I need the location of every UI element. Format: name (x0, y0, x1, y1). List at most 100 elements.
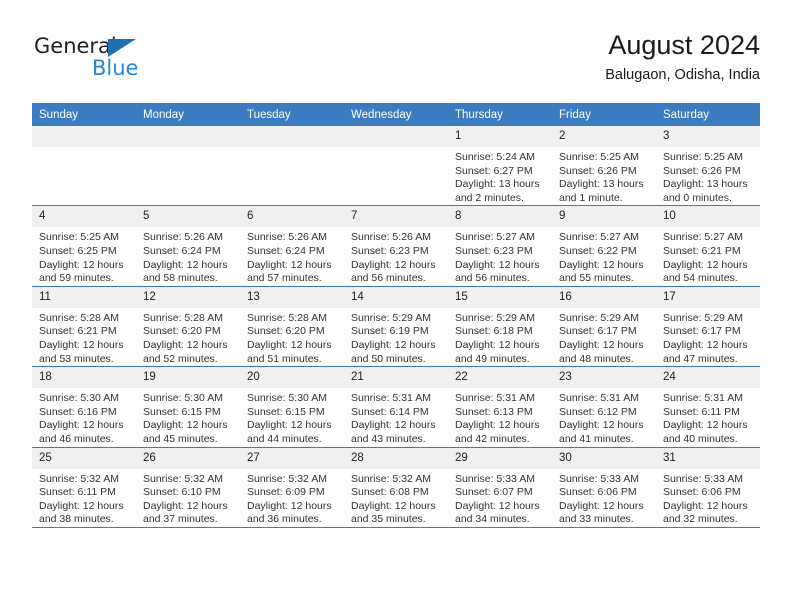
calendar-page: General Blue August 2024 Balugaon, Odish… (0, 0, 792, 612)
general-blue-logo[interactable]: General Blue (32, 34, 212, 84)
daylight-text: Daylight: 13 hours and 0 minutes. (663, 178, 748, 204)
sunrise-text: Sunrise: 5:29 AM (663, 311, 743, 324)
day-details: Sunrise: 5:25 AM Sunset: 6:26 PM Daylight:… (552, 147, 656, 205)
sunrise-text: Sunrise: 5:32 AM (247, 472, 327, 485)
calendar-cell-day[interactable]: 11 Sunrise: 5:28 AM Sunset: 6:21 PM Dayligh… (32, 286, 136, 368)
calendar-week-row: 18 Sunrise: 5:30 AM Sunset: 6:16 PM Dayligh… (32, 366, 760, 448)
page-title: August 2024 (608, 30, 760, 60)
day-number: 20 (240, 367, 344, 389)
calendar-cell-day[interactable]: 4 Sunrise: 5:25 AM Sunset: 6:25 PM Daylight… (32, 205, 136, 287)
day-number: 15 (448, 286, 552, 308)
sunrise-text: Sunrise: 5:32 AM (351, 472, 431, 485)
day-details: Sunrise: 5:31 AM Sunset: 6:12 PM Daylight:… (552, 388, 656, 446)
calendar-cell-day[interactable]: 12 Sunrise: 5:28 AM Sunset: 6:20 PM Dayligh… (136, 286, 240, 368)
sunset-text: Sunset: 6:22 PM (559, 244, 637, 257)
calendar-cell-day[interactable]: 22 Sunrise: 5:31 AM Sunset: 6:13 PM Dayligh… (448, 366, 552, 448)
calendar-cell-day[interactable]: 29 Sunrise: 5:33 AM Sunset: 6:07 PM Dayligh… (448, 447, 552, 528)
sunrise-text: Sunrise: 5:28 AM (39, 311, 119, 324)
sunrise-text: Sunrise: 5:29 AM (559, 311, 639, 324)
day-details: Sunrise: 5:25 AM Sunset: 6:25 PM Daylight:… (32, 227, 136, 285)
calendar-cell-day[interactable]: 2 Sunrise: 5:25 AM Sunset: 6:26 PM Daylight… (552, 126, 656, 207)
day-details: Sunrise: 5:24 AM Sunset: 6:27 PM Daylight:… (448, 147, 552, 205)
day-details: Sunrise: 5:26 AM Sunset: 6:23 PM Daylight:… (344, 227, 448, 285)
day-details: Sunrise: 5:27 AM Sunset: 6:23 PM Daylight:… (448, 227, 552, 285)
sunrise-text: Sunrise: 5:33 AM (455, 472, 535, 485)
calendar-cell-day[interactable]: 15 Sunrise: 5:29 AM Sunset: 6:18 PM Dayligh… (448, 286, 552, 368)
day-number: 7 (344, 206, 448, 228)
sunrise-text: Sunrise: 5:26 AM (143, 231, 223, 244)
column-header-thursday: Thursday (448, 103, 552, 126)
sunset-text: Sunset: 6:27 PM (455, 164, 533, 177)
calendar-cell-day[interactable]: 17 Sunrise: 5:29 AM Sunset: 6:17 PM Dayligh… (656, 286, 760, 368)
calendar-cell-day[interactable]: 25 Sunrise: 5:32 AM Sunset: 6:11 PM Dayligh… (32, 447, 136, 528)
daylight-text: Daylight: 12 hours and 51 minutes. (247, 338, 332, 365)
calendar-cell-day[interactable]: 28 Sunrise: 5:32 AM Sunset: 6:08 PM Dayligh… (344, 447, 448, 528)
calendar-cell-day[interactable]: 26 Sunrise: 5:32 AM Sunset: 6:10 PM Dayligh… (136, 447, 240, 528)
daylight-text: Daylight: 12 hours and 57 minutes. (247, 258, 332, 285)
calendar-cell-day[interactable]: 31 Sunrise: 5:33 AM Sunset: 6:06 PM Dayligh… (656, 447, 760, 528)
daylight-text: Daylight: 12 hours and 49 minutes. (455, 338, 540, 365)
calendar-cell-day[interactable]: 1 Sunrise: 5:24 AM Sunset: 6:27 PM Daylight… (448, 126, 552, 207)
day-number: 19 (136, 367, 240, 389)
calendar-cell-day[interactable]: 7 Sunrise: 5:26 AM Sunset: 6:23 PM Daylight… (344, 205, 448, 287)
daylight-text: Daylight: 12 hours and 56 minutes. (351, 258, 436, 285)
day-details: Sunrise: 5:33 AM Sunset: 6:06 PM Daylight:… (552, 469, 656, 527)
calendar-cell-day[interactable]: 21 Sunrise: 5:31 AM Sunset: 6:14 PM Dayligh… (344, 366, 448, 448)
day-details: Sunrise: 5:29 AM Sunset: 6:17 PM Daylight:… (552, 308, 656, 366)
daylight-text: Daylight: 12 hours and 54 minutes. (663, 258, 748, 285)
sunset-text: Sunset: 6:09 PM (247, 486, 325, 499)
day-number: 6 (240, 206, 344, 228)
calendar-cell-day[interactable]: 13 Sunrise: 5:28 AM Sunset: 6:20 PM Dayligh… (240, 286, 344, 368)
calendar-cell-day[interactable]: 6 Sunrise: 5:26 AM Sunset: 6:24 PM Daylight… (240, 205, 344, 287)
sunrise-text: Sunrise: 5:30 AM (39, 392, 119, 405)
day-number (136, 126, 240, 147)
day-number: 12 (136, 286, 240, 308)
calendar-cell-day[interactable]: 20 Sunrise: 5:30 AM Sunset: 6:15 PM Dayligh… (240, 366, 344, 448)
calendar-cell-day[interactable]: 19 Sunrise: 5:30 AM Sunset: 6:15 PM Dayligh… (136, 366, 240, 448)
day-number: 27 (240, 447, 344, 469)
calendar-cell-day[interactable]: 10 Sunrise: 5:27 AM Sunset: 6:21 PM Dayligh… (656, 205, 760, 287)
daylight-text: Daylight: 12 hours and 41 minutes. (559, 419, 644, 445)
logo-primary-text: General (34, 34, 117, 58)
sunset-text: Sunset: 6:14 PM (351, 405, 429, 418)
calendar-header-row: Sunday Monday Tuesday Wednesday Thursday Frid… (32, 103, 760, 126)
day-details: Sunrise: 5:27 AM Sunset: 6:21 PM Daylight:… (656, 227, 760, 285)
sunrise-text: Sunrise: 5:31 AM (663, 392, 743, 405)
calendar-cell-day[interactable]: 24 Sunrise: 5:31 AM Sunset: 6:11 PM Dayligh… (656, 366, 760, 448)
sunset-text: Sunset: 6:26 PM (559, 164, 637, 177)
sunset-text: Sunset: 6:15 PM (143, 405, 221, 418)
calendar-cell-day[interactable]: 30 Sunrise: 5:33 AM Sunset: 6:06 PM Dayligh… (552, 447, 656, 528)
sunset-text: Sunset: 6:11 PM (39, 486, 116, 499)
calendar-cell-day[interactable]: 14 Sunrise: 5:29 AM Sunset: 6:19 PM Dayligh… (344, 286, 448, 368)
calendar-cell-day[interactable]: 23 Sunrise: 5:31 AM Sunset: 6:12 PM Dayligh… (552, 366, 656, 448)
sunrise-text: Sunrise: 5:31 AM (351, 392, 431, 405)
day-details: Sunrise: 5:30 AM Sunset: 6:16 PM Daylight:… (32, 388, 136, 446)
calendar-cell-day[interactable]: 27 Sunrise: 5:32 AM Sunset: 6:09 PM Dayligh… (240, 447, 344, 528)
calendar-week-row: 1 Sunrise: 5:24 AM Sunset: 6:27 PM Daylight… (32, 126, 760, 207)
day-details: Sunrise: 5:26 AM Sunset: 6:24 PM Daylight:… (136, 227, 240, 285)
calendar-table: Sunday Monday Tuesday Wednesday Thursday Frid… (32, 103, 760, 528)
day-details: Sunrise: 5:28 AM Sunset: 6:20 PM Daylight:… (240, 308, 344, 366)
calendar-cell-day[interactable]: 9 Sunrise: 5:27 AM Sunset: 6:22 PM Daylight… (552, 205, 656, 287)
calendar-cell-day[interactable]: 8 Sunrise: 5:27 AM Sunset: 6:23 PM Daylight… (448, 205, 552, 287)
sunrise-text: Sunrise: 5:32 AM (39, 472, 119, 485)
day-number: 9 (552, 206, 656, 228)
sunset-text: Sunset: 6:23 PM (455, 244, 533, 257)
day-details: Sunrise: 5:26 AM Sunset: 6:24 PM Daylight:… (240, 227, 344, 285)
column-header-friday: Friday (552, 103, 656, 126)
day-number (240, 126, 344, 147)
daylight-text: Daylight: 12 hours and 44 minutes. (247, 419, 332, 445)
day-number: 14 (344, 286, 448, 308)
calendar-cell-day[interactable]: 16 Sunrise: 5:29 AM Sunset: 6:17 PM Dayligh… (552, 286, 656, 368)
sunrise-text: Sunrise: 5:27 AM (455, 231, 535, 244)
sunset-text: Sunset: 6:13 PM (455, 405, 533, 418)
calendar-cell-day[interactable]: 3 Sunrise: 5:25 AM Sunset: 6:26 PM Daylight… (656, 126, 760, 207)
sunset-text: Sunset: 6:07 PM (455, 486, 533, 499)
daylight-text: Daylight: 12 hours and 35 minutes. (351, 499, 436, 526)
day-details: Sunrise: 5:28 AM Sunset: 6:20 PM Daylight:… (136, 308, 240, 366)
calendar-cell-day[interactable]: 18 Sunrise: 5:30 AM Sunset: 6:16 PM Dayligh… (32, 366, 136, 448)
day-details: Sunrise: 5:33 AM Sunset: 6:07 PM Daylight:… (448, 469, 552, 527)
day-number: 30 (552, 447, 656, 469)
calendar-cell-day[interactable]: 5 Sunrise: 5:26 AM Sunset: 6:24 PM Daylight… (136, 205, 240, 287)
day-number: 25 (32, 447, 136, 469)
